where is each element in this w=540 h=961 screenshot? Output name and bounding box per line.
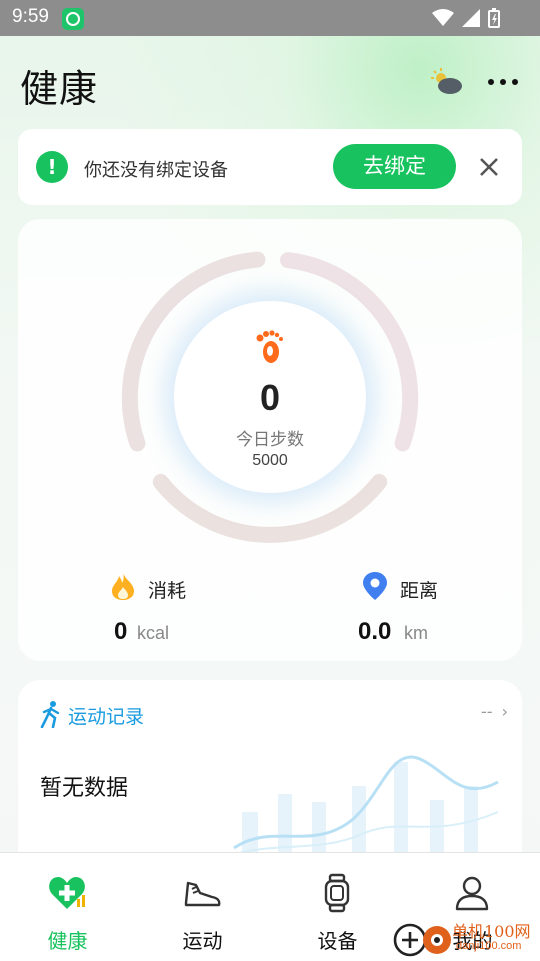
battery-icon <box>488 8 500 28</box>
heart-plus-icon <box>49 877 85 909</box>
sneaker-icon <box>184 881 221 907</box>
no-data-text: 暂无数据 <box>40 776 129 801</box>
weather-cloud-sun-icon[interactable] <box>430 68 464 96</box>
runner-icon <box>40 701 60 728</box>
signal-icon <box>462 9 480 27</box>
records-more-link[interactable]: -- › <box>481 702 508 721</box>
watermark-url: danji100.com <box>456 940 522 952</box>
location-pin-icon <box>363 572 387 600</box>
bind-message: 你还没有绑定设备 <box>84 160 228 181</box>
nav-health[interactable]: 健康 <box>0 853 135 961</box>
steps-goal: 5000 <box>252 452 288 469</box>
nav-health-label: 健康 <box>47 929 88 953</box>
page-title: 健康 <box>20 69 99 111</box>
distance-label: 距离 <box>400 580 439 602</box>
watermark-text: 单机100网 <box>452 922 531 941</box>
nav-device[interactable]: 设备 <box>270 853 405 961</box>
steps-count: 0 <box>259 377 281 418</box>
close-icon[interactable] <box>476 154 502 180</box>
calories-label: 消耗 <box>148 580 187 602</box>
wifi-icon <box>432 9 454 26</box>
flame-icon <box>112 572 134 600</box>
status-bar: 9:59 <box>0 0 540 36</box>
exercise-records-card[interactable]: 运动记录 -- › 暂无数据 <box>18 680 522 880</box>
records-title[interactable]: 运动记录 <box>68 702 144 729</box>
status-time: 9:59 <box>12 6 49 27</box>
records-more-text: -- <box>480 702 493 721</box>
decorative-wave-chart <box>233 755 499 855</box>
distance-unit: km <box>404 623 428 643</box>
calories-unit: kcal <box>137 623 170 643</box>
user-icon <box>455 876 489 911</box>
chevron-right-icon: › <box>501 702 508 721</box>
footprint-icon <box>256 330 283 363</box>
nav-device-label: 设备 <box>317 929 358 953</box>
steps-label: 今日步数 <box>236 430 304 450</box>
bind-device-button[interactable]: 去绑定 <box>333 144 456 189</box>
bind-device-banner: ! 你还没有绑定设备 去绑定 <box>18 129 522 205</box>
distance-value: 0.0 <box>358 618 392 645</box>
steps-card[interactable]: 0 今日步数 5000 消耗 0 kcal 距离 0.0 km <box>18 219 522 661</box>
status-icons <box>432 8 500 28</box>
nav-sport-label: 运动 <box>182 929 223 953</box>
app-notification-icon <box>62 8 84 30</box>
calories-value: 0 <box>114 618 128 645</box>
watch-icon <box>324 873 350 913</box>
exclamation-icon: ! <box>36 151 68 183</box>
nav-sport[interactable]: 运动 <box>135 853 270 961</box>
more-dots-icon[interactable] <box>486 74 520 90</box>
